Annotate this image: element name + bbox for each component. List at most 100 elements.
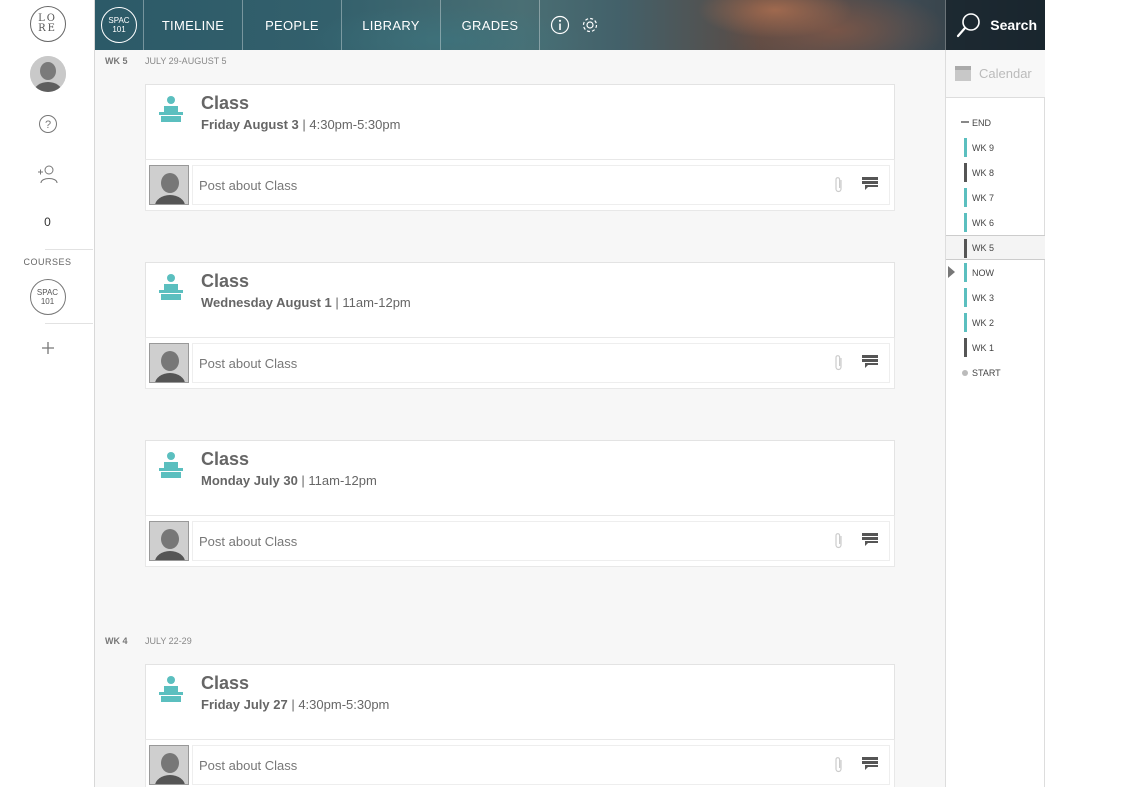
avatar: [149, 343, 189, 383]
svg-text:?: ?: [44, 119, 50, 131]
event-title: Class: [201, 93, 250, 113]
comment-icon[interactable]: [862, 757, 878, 771]
timeline-item-label: START: [972, 367, 1001, 378]
timeline-start[interactable]: START: [946, 360, 1045, 385]
event-day: Friday August 3: [201, 117, 299, 132]
class-event-icon: [159, 452, 183, 478]
timeline-item-label: WK 1: [972, 342, 995, 353]
timeline-week-9[interactable]: WK 9: [946, 135, 1045, 160]
post-input[interactable]: Post about Class: [192, 165, 890, 205]
rail-divider: [45, 323, 93, 324]
timeline-week-6[interactable]: WK 6: [946, 210, 1045, 235]
event-day: Wednesday August 1: [201, 295, 332, 310]
timeline-item-label: WK 9: [972, 142, 995, 153]
post-input[interactable]: Post about Class: [192, 745, 890, 785]
event-title: Class: [201, 673, 250, 693]
courses-label: COURSES: [23, 257, 72, 267]
post-composer: Post about Class: [145, 515, 895, 567]
rail-divider: [45, 249, 93, 250]
user-avatar-button[interactable]: [0, 56, 95, 92]
event-card[interactable]: Class Friday July 27 | 4:30pm-5:30pm: [145, 664, 895, 740]
avatar: [29, 56, 66, 92]
settings-button[interactable]: [579, 14, 601, 36]
week-header: WK 4 JULY 22-29: [105, 636, 192, 646]
notification-count[interactable]: 0: [0, 212, 95, 232]
week-range: JULY 29-AUGUST 5: [145, 56, 227, 66]
search-button[interactable]: Search: [945, 0, 1045, 50]
attachment-icon[interactable]: [834, 756, 844, 774]
top-navigation-bar: SPAC 101 TIMELINE PEOPLE LIBRARY GRADES: [95, 0, 1045, 50]
add-user-button[interactable]: [0, 162, 95, 186]
week-marker: [964, 239, 967, 258]
event-when: Wednesday August 1 | 11am-12pm: [201, 295, 411, 310]
week-range: JULY 22-29: [145, 636, 192, 646]
event-card[interactable]: Class Wednesday August 1 | 11am-12pm: [145, 262, 895, 338]
post-input[interactable]: Post about Class: [192, 343, 890, 383]
calendar-label: Calendar: [979, 66, 1032, 81]
week-marker: [964, 288, 967, 307]
tab-library[interactable]: LIBRARY: [342, 0, 441, 50]
timeline-week-2[interactable]: WK 2: [946, 310, 1045, 335]
timeline-week-8[interactable]: WK 8: [946, 160, 1045, 185]
timeline-end[interactable]: END: [946, 110, 1045, 135]
week-marker: [964, 263, 967, 282]
timeline-item-label: NOW: [972, 267, 994, 278]
class-event-icon: [159, 96, 183, 122]
course-badge-cell: [95, 0, 144, 50]
event-when: Monday July 30 | 11am-12pm: [201, 473, 377, 488]
course-text-line1: SPAC: [36, 288, 59, 297]
course-spac101-button[interactable]: SPAC 101: [0, 279, 95, 315]
add-user-icon: [37, 165, 57, 184]
end-marker: [961, 121, 969, 123]
attachment-icon[interactable]: [834, 354, 844, 372]
timeline-navigator: Calendar END WK 9 WK 8 WK 7 WK 6 WK 5 NO…: [945, 50, 1045, 787]
timeline-item-label: WK 8: [972, 167, 995, 178]
timeline-item-label: WK 5: [972, 242, 995, 253]
week-marker: [964, 338, 967, 357]
attachment-icon[interactable]: [834, 176, 844, 194]
help-button[interactable]: ?: [0, 112, 95, 136]
timeline-week-3[interactable]: WK 3: [946, 285, 1045, 310]
avatar-photo-icon: [150, 522, 188, 560]
event-card[interactable]: Class Monday July 30 | 11am-12pm: [145, 440, 895, 516]
avatar: [149, 165, 189, 205]
timeline-feed: WK 5 JULY 29-AUGUST 5 Class Friday August…: [95, 50, 945, 787]
event-card[interactable]: Class Friday August 3 | 4:30pm-5:30pm: [145, 84, 895, 160]
event-title: Class: [201, 271, 250, 291]
class-event-icon: [159, 274, 183, 300]
class-event-icon: [159, 676, 183, 702]
tab-people[interactable]: PEOPLE: [243, 0, 342, 50]
avatar-photo-icon: [150, 344, 188, 382]
avatar-photo-icon: [150, 166, 188, 204]
course-text-line2: 101: [40, 297, 55, 306]
search-label: Search: [990, 17, 1037, 33]
event-time: 4:30pm-5:30pm: [298, 697, 390, 712]
week-marker: [964, 188, 967, 207]
week-marker: [964, 138, 967, 157]
attachment-icon[interactable]: [834, 532, 844, 550]
comment-icon[interactable]: [862, 177, 878, 191]
post-input[interactable]: Post about Class: [192, 521, 890, 561]
comment-icon[interactable]: [862, 533, 878, 547]
timeline-week-1[interactable]: WK 1: [946, 335, 1045, 360]
week-label: WK 4: [105, 636, 128, 646]
courses-heading: COURSES: [0, 255, 95, 269]
timeline-week-5[interactable]: WK 5: [946, 235, 1045, 260]
avatar-photo-icon: [150, 746, 188, 784]
gear-icon: [582, 17, 598, 33]
plus-icon: [41, 342, 54, 354]
tab-timeline[interactable]: TIMELINE: [144, 0, 243, 50]
comment-icon[interactable]: [862, 355, 878, 369]
avatar: [149, 521, 189, 561]
event-when: Friday July 27 | 4:30pm-5:30pm: [201, 697, 390, 712]
timeline-now[interactable]: NOW: [946, 260, 1045, 285]
lore-logo-link[interactable]: LO RE: [0, 6, 95, 42]
add-course-button[interactable]: [0, 338, 95, 358]
calendar-button[interactable]: Calendar: [946, 50, 1045, 98]
tab-grades[interactable]: GRADES: [441, 0, 540, 50]
info-button[interactable]: [549, 14, 571, 36]
week-marker: [964, 313, 967, 332]
timeline-item-label: END: [972, 117, 992, 128]
timeline-week-7[interactable]: WK 7: [946, 185, 1045, 210]
lore-logo: LO RE: [29, 6, 66, 42]
